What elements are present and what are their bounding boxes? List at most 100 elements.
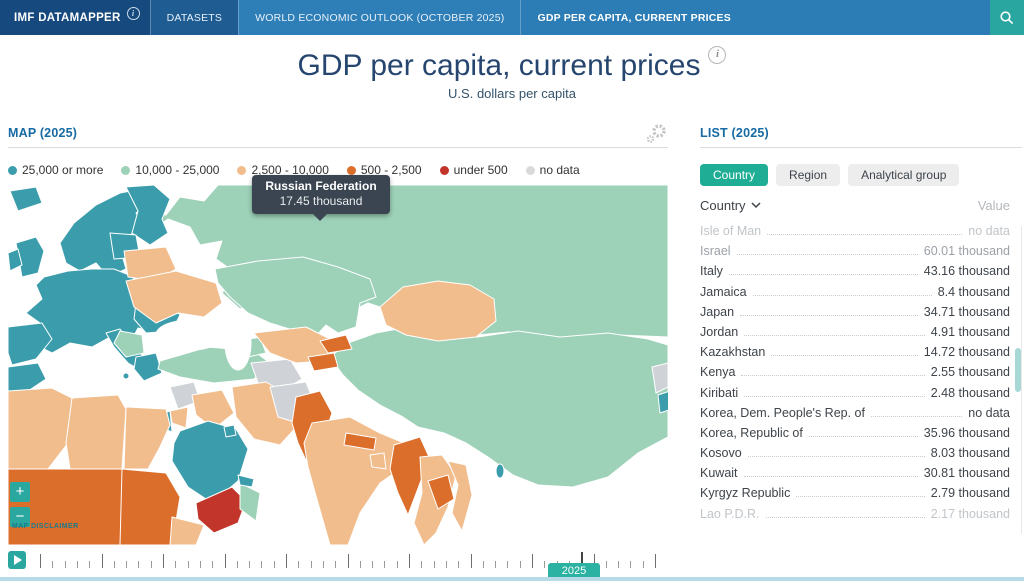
list-item[interactable]: Italy43.16 thousand	[700, 264, 1010, 284]
timeline-tick	[237, 561, 238, 568]
dotted-leader	[796, 487, 924, 497]
timeline-tick	[618, 561, 619, 568]
timeline-tick	[606, 561, 607, 568]
timeline-tick	[65, 561, 66, 568]
country-list: Isle of Manno dataIsrael60.01 thousandIt…	[700, 224, 1010, 527]
timeline-tick	[163, 554, 164, 568]
page-title: GDP per capita, current prices i	[0, 46, 1024, 83]
map-tooltip: Russian Federation 17.45 thousand	[252, 175, 390, 214]
country-value: 2.48 thousand	[931, 386, 1010, 400]
dotted-leader	[744, 387, 925, 397]
map-section-header: MAP (2025)	[8, 126, 668, 148]
country-name: Japan	[700, 305, 734, 319]
legend-dot-icon	[347, 166, 356, 175]
list-item[interactable]: Japan34.71 thousand	[700, 305, 1010, 325]
timeline-tick	[102, 554, 103, 568]
list-item[interactable]: Jordan4.91 thousand	[700, 325, 1010, 345]
country-name: Jamaica	[700, 285, 747, 299]
filter-button-country[interactable]: Country	[700, 164, 768, 186]
country-value: 2.79 thousand	[931, 486, 1010, 500]
dotted-leader	[809, 427, 918, 437]
dotted-leader	[767, 225, 962, 235]
page-title-text: GDP per capita, current prices	[298, 49, 701, 82]
dotted-leader	[740, 306, 918, 316]
country-name: Korea, Dem. People's Rep. of	[700, 406, 865, 420]
gear-icon	[644, 122, 668, 146]
timeline-tick	[249, 561, 250, 568]
dotted-leader	[753, 286, 932, 296]
tooltip-value: 17.45 thousand	[258, 194, 384, 208]
country-value: 8.03 thousand	[931, 446, 1010, 460]
timeline-tick	[446, 561, 447, 568]
brand-logo[interactable]: IMF DATAMAPPER i	[0, 0, 150, 35]
filter-button-analytical-group[interactable]: Analytical group	[848, 164, 959, 186]
brand-info-icon[interactable]: i	[127, 7, 140, 20]
nav-tab-0[interactable]: DATASETS	[150, 0, 238, 35]
timeline-tick	[360, 561, 361, 568]
dotted-leader	[871, 407, 962, 417]
nav-tab-2[interactable]: GDP PER CAPITA, CURRENT PRICES	[520, 0, 746, 35]
world-map[interactable]: Russian Federation 17.45 thousand + − MA…	[8, 185, 668, 545]
timeline-tick	[126, 561, 127, 568]
list-item[interactable]: Korea, Dem. People's Rep. ofno data	[700, 406, 1010, 426]
dotted-leader	[741, 366, 924, 376]
timeline-tick	[630, 561, 631, 568]
timeline-tick	[225, 554, 226, 568]
legend-item-5[interactable]: no data	[526, 163, 580, 177]
nav-tab-1[interactable]: WORLD ECONOMIC OUTLOOK (OCTOBER 2025)	[238, 0, 520, 35]
legend-item-1[interactable]: 10,000 - 25,000	[121, 163, 219, 177]
timeline-tick	[89, 561, 90, 568]
timeline-tick	[335, 561, 336, 568]
map-zoom-in-button[interactable]: +	[10, 482, 30, 502]
timeline-play-button[interactable]	[8, 551, 26, 569]
list-scrollbar-thumb[interactable]	[1015, 348, 1021, 392]
map-canvas[interactable]	[8, 185, 668, 545]
value-column-label: Value	[978, 198, 1010, 213]
list-scrollbar-track	[1021, 226, 1022, 534]
country-name: Lao P.D.R.	[700, 507, 760, 521]
list-item[interactable]: Kiribati2.48 thousand	[700, 386, 1010, 406]
list-item[interactable]: Isle of Manno data	[700, 224, 1010, 244]
filter-button-region[interactable]: Region	[776, 164, 840, 186]
timeline-tick	[138, 561, 139, 568]
country-value: 60.01 thousand	[924, 244, 1010, 258]
country-value: 2.17 thousand	[931, 507, 1010, 521]
dotted-leader	[771, 346, 917, 356]
dotted-leader	[744, 326, 925, 336]
timeline-tick	[40, 554, 41, 568]
country-name: Jordan	[700, 325, 738, 339]
map-settings-button[interactable]	[644, 122, 668, 149]
timeline-tick	[323, 561, 324, 568]
legend-label: 10,000 - 25,000	[135, 163, 219, 177]
chevron-down-icon	[751, 202, 761, 209]
timeline-tick	[507, 561, 508, 568]
list-item[interactable]: Korea, Republic of35.96 thousand	[700, 426, 1010, 446]
timeline-tick	[384, 561, 385, 568]
timeline-tick	[372, 561, 373, 568]
timeline-tick	[151, 561, 152, 568]
legend-label: 25,000 or more	[22, 163, 103, 177]
list-item[interactable]: Kuwait30.81 thousand	[700, 466, 1010, 486]
list-item[interactable]: Kazakhstan14.72 thousand	[700, 345, 1010, 365]
timeline-tick	[286, 554, 287, 568]
list-item[interactable]: Lao P.D.R. 2.17 thousand	[700, 507, 1010, 527]
country-name: Kuwait	[700, 466, 738, 480]
timeline-tick	[77, 561, 78, 568]
list-item[interactable]: Israel60.01 thousand	[700, 244, 1010, 264]
list-item[interactable]: Jamaica8.4 thousand	[700, 285, 1010, 305]
list-item[interactable]: Kosovo8.03 thousand	[700, 446, 1010, 466]
list-item[interactable]: Kenya2.55 thousand	[700, 365, 1010, 385]
bottom-progress-strip	[0, 577, 1024, 581]
legend-item-4[interactable]: under 500	[440, 163, 508, 177]
list-item[interactable]: Kyrgyz Republic2.79 thousand	[700, 486, 1010, 506]
search-button[interactable]	[990, 0, 1024, 35]
title-info-icon[interactable]: i	[708, 46, 726, 64]
timeline-tick	[409, 554, 410, 568]
country-column-sort[interactable]: Country	[700, 198, 761, 213]
map-disclaimer-link[interactable]: MAP DISCLAIMER	[12, 523, 79, 530]
timeline-tick	[52, 561, 53, 568]
country-column-label: Country	[700, 198, 746, 213]
legend-label: no data	[540, 163, 580, 177]
legend-item-0[interactable]: 25,000 or more	[8, 163, 103, 177]
timeline-tick	[643, 561, 644, 568]
